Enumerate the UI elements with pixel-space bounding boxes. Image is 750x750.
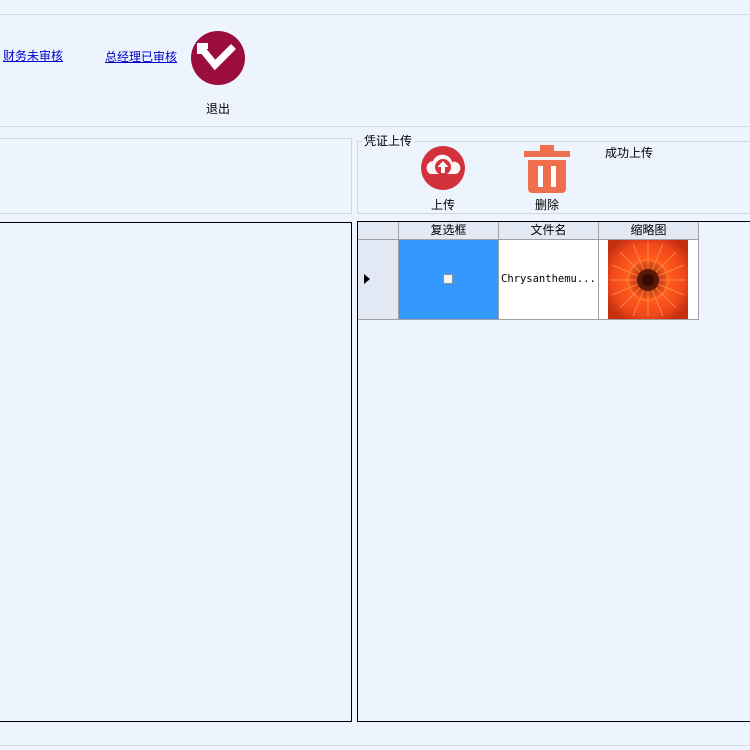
row-header-corner [358,222,399,240]
filename-cell[interactable]: Chrysanthemu... [499,240,599,320]
bottom-divider [0,745,750,746]
exit-icon [191,31,245,85]
left-data-grid[interactable] [0,222,352,722]
file-grid[interactable]: 复选框 文件名 缩略图 Chrysanthemu... [357,221,750,722]
left-filter-panel [0,138,352,214]
delete-label: 删除 [534,198,559,212]
column-header-checkbox[interactable]: 复选框 [399,222,499,240]
row-checkbox[interactable] [443,274,453,284]
column-header-filename[interactable]: 文件名 [499,222,599,240]
checkbox-cell[interactable] [399,240,499,320]
finance-pending-link[interactable]: 财务未审核 [3,47,63,64]
toolbar-divider [0,126,750,127]
thumbnail-cell[interactable] [599,240,699,320]
cloud-upload-icon [421,146,465,190]
delete-button[interactable] [523,145,571,193]
upload-button[interactable] [420,145,466,191]
exit-label: 退出 [205,102,230,116]
filename-text: Chrysanthemu... [501,273,596,285]
gm-approved-link[interactable]: 总经理已审核 [105,48,177,65]
top-divider [0,14,750,15]
voucher-upload-title: 凭证上传 [362,132,415,149]
chrysanthemum-thumbnail [608,240,688,319]
row-selector[interactable] [358,240,399,320]
upload-status-text: 成功上传 [605,146,654,160]
row-pointer-icon [364,274,370,284]
exit-button[interactable] [190,30,246,86]
trash-icon [524,145,570,193]
upload-label: 上传 [430,198,455,212]
column-header-thumbnail[interactable]: 缩略图 [599,222,699,240]
